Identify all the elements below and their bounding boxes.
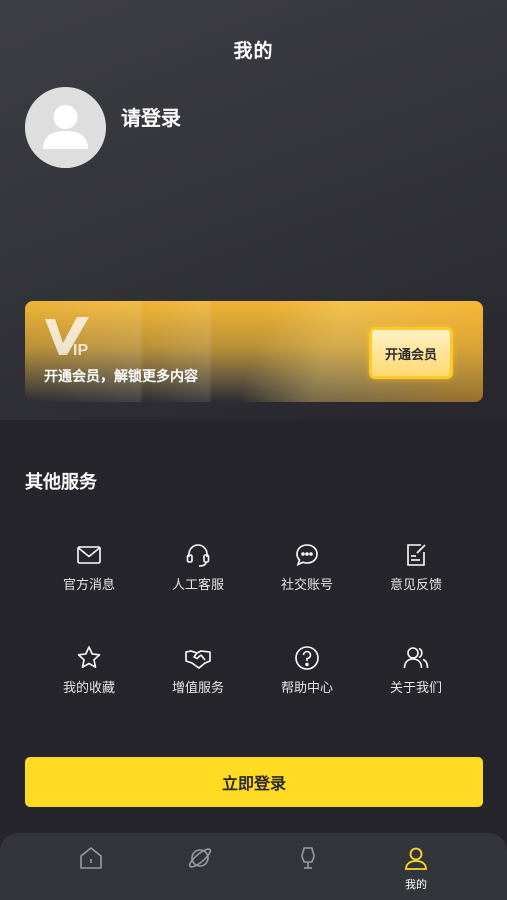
service-official-messages[interactable]: 官方消息 (39, 541, 139, 593)
chat-bubble-icon (296, 544, 318, 566)
login-prompt[interactable]: 请登录 (121, 102, 181, 131)
avatar[interactable] (25, 87, 106, 168)
mannequin-icon (301, 847, 315, 869)
service-label: 增值服务 (171, 681, 224, 696)
service-label: 帮助中心 (280, 681, 333, 696)
star-icon (77, 646, 101, 668)
service-label: 我的收藏 (62, 681, 115, 696)
planet-icon (188, 848, 212, 868)
open-membership-button[interactable]: 开通会员 (369, 327, 453, 379)
service-label: 官方消息 (62, 578, 115, 593)
feedback-edit-icon (407, 544, 426, 566)
login-now-button[interactable]: 立即登录 (25, 757, 483, 807)
service-help-center[interactable]: 帮助中心 (257, 644, 357, 696)
headset-icon (186, 544, 210, 567)
home-icon (80, 847, 102, 869)
service-about-us[interactable]: 关于我们 (366, 644, 466, 696)
svg-text:IP: IP (73, 342, 88, 359)
bottom-tab-bar: 我的 (0, 833, 507, 900)
tab-home[interactable] (28, 833, 154, 900)
vip-logo: IP (45, 317, 89, 359)
service-my-favorites[interactable]: 我的收藏 (39, 644, 139, 696)
vip-promo-text: 开通会员，解锁更多内容 (44, 369, 198, 385)
service-feedback[interactable]: 意见反馈 (366, 541, 466, 593)
service-label: 社交账号 (280, 578, 333, 593)
vip-banner[interactable]: IP 开通会员，解锁更多内容 开通会员 (25, 301, 483, 402)
service-value-added[interactable]: 增值服务 (148, 644, 248, 696)
handshake-icon (185, 650, 211, 669)
tab-mine[interactable]: 我的 (353, 833, 479, 900)
person-icon (405, 847, 427, 870)
service-label: 意见反馈 (389, 578, 442, 593)
users-icon (403, 647, 429, 669)
section-title-other-services: 其他服务 (25, 472, 97, 493)
service-label: 人工客服 (171, 578, 224, 593)
page-title: 我的 (233, 40, 274, 62)
service-customer-support[interactable]: 人工客服 (148, 541, 248, 593)
question-circle-icon (295, 646, 319, 670)
service-social-accounts[interactable]: 社交账号 (257, 541, 357, 593)
default-avatar-icon (25, 87, 106, 168)
envelope-icon (77, 546, 101, 564)
tab-label: 我的 (405, 878, 427, 891)
service-label: 关于我们 (389, 681, 442, 696)
